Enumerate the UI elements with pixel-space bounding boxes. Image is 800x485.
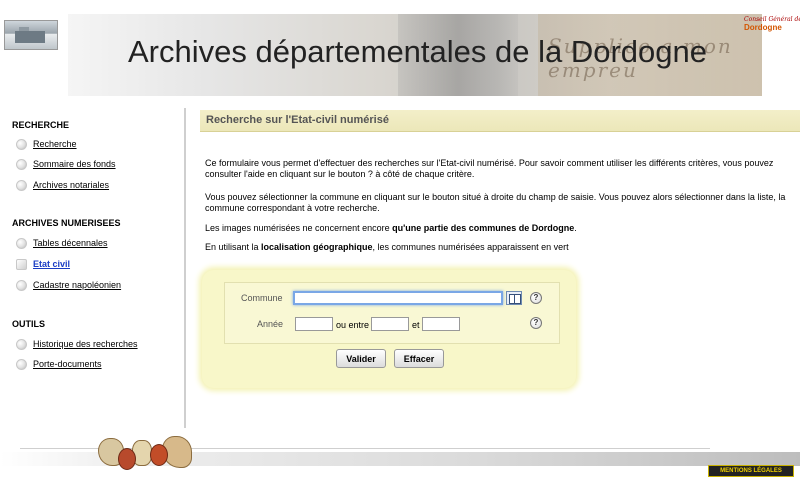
geo-text-end: , les communes numérisées apparaissent e… [372, 242, 569, 252]
bullet-icon [16, 158, 27, 170]
site-thumbnail-logo[interactable] [4, 20, 58, 50]
conseil-general-logo[interactable]: Conseil Général de la Dordogne [744, 16, 800, 38]
sidebar-link-active[interactable]: Etat civil [33, 259, 70, 269]
decorative-illustration [96, 430, 196, 474]
header-banner: Supplico a mon empreu Archives départeme… [68, 14, 762, 96]
bullet-icon [16, 358, 27, 370]
sidebar-link[interactable]: Cadastre napoléonien [33, 280, 121, 290]
commune-list-book-icon[interactable] [506, 291, 522, 305]
annee-from-input[interactable] [371, 317, 409, 331]
section-header-bar: Recherche sur l'Etat-civil numérisé [200, 110, 800, 132]
sidebar-section-title-outils: OUTILS [12, 319, 45, 329]
bullet-icon [16, 138, 27, 150]
section-title: Recherche sur l'Etat-civil numérisé [206, 114, 389, 126]
sidebar-item-tables-decennales[interactable]: Tables décennales [16, 236, 108, 250]
sidebar-link[interactable]: Tables décennales [33, 238, 108, 248]
bullet-icon [16, 279, 27, 291]
sidebar-item-etat-civil[interactable]: Etat civil [16, 257, 70, 271]
sidebar-item-cadastre-napoleonien[interactable]: Cadastre napoléonien [16, 278, 121, 292]
sidebar-link[interactable]: Porte-documents [33, 359, 102, 369]
sidebar-section-title-archives-numerisees: ARCHIVES NUMERISEES [12, 218, 121, 228]
bullet-icon [16, 237, 27, 249]
search-criteria-panel: Commune ? Année ou entre et ? [224, 282, 560, 344]
sidebar-item-historique-des-recherches[interactable]: Historique des recherches [16, 337, 138, 351]
sidebar-section-title-recherche: RECHERCHE [12, 120, 70, 130]
logo-text-line2: Dordogne [744, 23, 782, 32]
search-form: Commune ? Année ou entre et ? Valider Ef… [202, 270, 576, 388]
valider-button[interactable]: Valider [336, 349, 386, 368]
effacer-button[interactable]: Effacer [394, 349, 444, 368]
intro-paragraph: Ce formulaire vous permet d'effectuer de… [205, 158, 774, 179]
page-title: Archives départementales de la Dordogne [128, 34, 708, 69]
sidebar-item-archives-notariales[interactable]: Archives notariales [16, 178, 109, 192]
sidebar-link[interactable]: Archives notariales [33, 180, 109, 190]
decor-shape [150, 444, 168, 466]
annee-label: Année [257, 319, 284, 329]
sidebar-link[interactable]: Historique des recherches [33, 339, 138, 349]
legal-notice-button[interactable]: MENTIONS LÉGALES [708, 465, 794, 477]
sidebar-item-recherche[interactable]: Recherche [16, 137, 77, 151]
bullet-active-icon [16, 258, 27, 270]
sidebar-divider [184, 108, 186, 428]
sidebar-link[interactable]: Sommaire des fonds [33, 159, 116, 169]
commune-help-paragraph: Vous pouvez sélectionner la commune en c… [205, 192, 786, 213]
sidebar-item-porte-documents[interactable]: Porte-documents [16, 357, 102, 371]
coverage-text-bold: qu'une partie des communes de Dordogne [392, 223, 575, 233]
coverage-text-end: . [574, 223, 577, 233]
geo-paragraph: En utilisant la localisation géographiqu… [205, 242, 790, 253]
decor-shape [118, 448, 136, 470]
coverage-paragraph: Les images numérisées ne concernent enco… [205, 223, 790, 234]
sidebar-link[interactable]: Recherche [33, 139, 77, 149]
coverage-text: Les images numérisées ne concernent enco… [205, 223, 393, 233]
annee-help-icon[interactable]: ? [530, 317, 542, 329]
logo-text-line1: Conseil Général de la [744, 16, 800, 23]
commune-label: Commune [241, 293, 283, 303]
bullet-icon [16, 338, 27, 350]
building-shape [15, 31, 45, 43]
annee-to-input[interactable] [422, 317, 460, 331]
bullet-icon [16, 179, 27, 191]
geo-text-bold: localisation géographique [261, 242, 373, 252]
sidebar-item-sommaire-des-fonds[interactable]: Sommaire des fonds [16, 157, 116, 171]
ou-entre-label: ou entre [336, 320, 370, 330]
annee-input[interactable] [295, 317, 333, 331]
commune-input[interactable] [293, 291, 503, 305]
et-label: et [412, 320, 420, 330]
geo-text: En utilisant la [205, 242, 262, 252]
commune-help-icon[interactable]: ? [530, 292, 542, 304]
